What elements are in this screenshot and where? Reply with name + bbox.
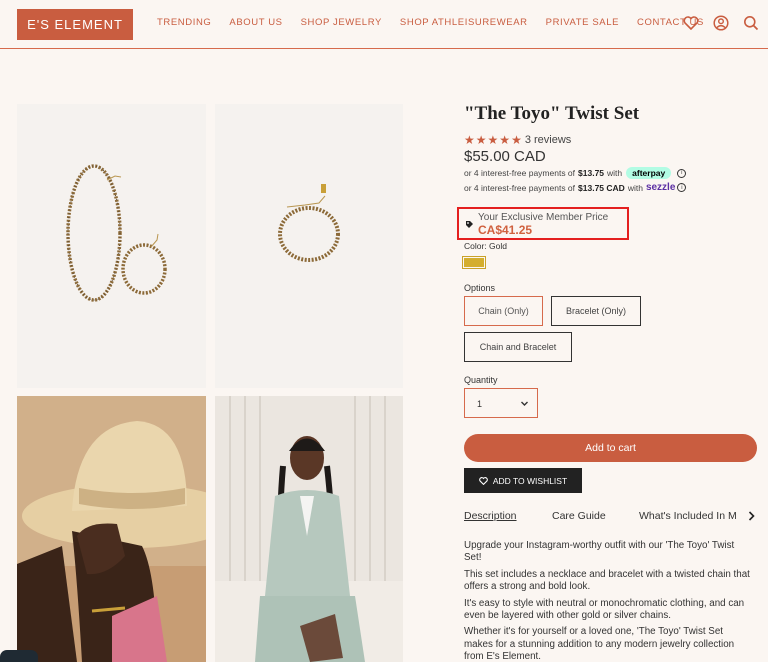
tab-care-guide[interactable]: Care Guide — [552, 510, 606, 522]
chevron-right-icon[interactable] — [747, 510, 756, 522]
star-icon: ★ — [475, 133, 487, 147]
options-label: Options — [464, 283, 496, 293]
product-price: $55.00 CAD — [464, 148, 546, 165]
afterpay-suffix: with — [607, 168, 623, 178]
description-paragraph: Whether it's for yourself or a loved one… — [464, 626, 735, 662]
product-image-set[interactable] — [17, 104, 206, 388]
chevron-down-icon — [521, 401, 528, 406]
quantity-label: Quantity — [464, 375, 498, 385]
afterpay-amount: $13.75 — [578, 168, 605, 178]
nav-private-sale[interactable]: PRIVATE SALE — [546, 17, 619, 28]
member-price-label: Your Exclusive Member Price — [478, 212, 609, 223]
search-icon[interactable] — [742, 14, 760, 32]
quantity-value: 1 — [477, 399, 483, 409]
sezzle-logo[interactable]: sezzle — [646, 182, 675, 193]
nav-about-us[interactable]: ABOUT US — [229, 17, 282, 28]
description-paragraph: Upgrade your Instagram-worthy outfit wit… — [464, 540, 735, 564]
product-image-suit-model[interactable] — [215, 396, 403, 662]
header-icons — [682, 14, 760, 32]
heart-icon[interactable] — [682, 14, 700, 32]
description-paragraph: This set includes a necklace and bracele… — [464, 568, 750, 593]
option-chain-and-bracelet[interactable]: Chain and Bracelet — [464, 332, 572, 362]
product-description: Upgrade your Instagram-worthy outfit wit… — [464, 540, 754, 662]
star-icon: ★ — [511, 133, 522, 147]
nav-trending[interactable]: TRENDING — [157, 17, 211, 28]
reviews-count[interactable]: 3 reviews — [525, 134, 571, 146]
color-label: Color: Gold — [464, 241, 507, 251]
color-swatch-gold[interactable] — [462, 256, 486, 269]
sezzle-line: or 4 interest-free payments of $13.75 CA… — [464, 182, 687, 193]
add-to-wishlist-label: ADD TO WISHLIST — [492, 475, 568, 486]
product-image-bracelet[interactable] — [215, 104, 403, 388]
info-icon[interactable]: i — [677, 183, 687, 192]
sezzle-amount: $13.75 CAD — [578, 182, 625, 193]
main-nav: TRENDING ABOUT US SHOP JEWELRY SHOP ATHL… — [157, 17, 722, 28]
sezzle-suffix: with — [627, 182, 643, 193]
option-bracelet-only[interactable]: Bracelet (Only) — [551, 296, 641, 326]
heart-icon — [479, 476, 488, 485]
chat-widget-button[interactable] — [0, 650, 38, 662]
product-tabs: Description Care Guide What's Included I… — [464, 510, 768, 526]
account-icon[interactable] — [712, 14, 730, 32]
afterpay-logo[interactable]: afterpay — [626, 167, 672, 179]
afterpay-line: or 4 interest-free payments of $13.75 wi… — [464, 167, 687, 179]
description-paragraph: It's easy to style with neutral or monoc… — [464, 597, 745, 622]
afterpay-prefix: or 4 interest-free payments of — [464, 168, 576, 178]
sezzle-prefix: or 4 interest-free payments of — [464, 182, 576, 193]
nav-shop-athleisurewear[interactable]: SHOP ATHLEISUREWEAR — [400, 17, 528, 28]
member-price-box: Your Exclusive Member Price CA$41.25 — [457, 207, 629, 240]
star-icon: ★ — [464, 133, 475, 147]
star-icon: ★ — [499, 133, 511, 147]
option-chain-only[interactable]: Chain (Only) — [464, 296, 543, 326]
product-image-hat-model[interactable] — [17, 396, 206, 662]
add-to-wishlist-button[interactable]: ADD TO WISHLIST — [464, 468, 582, 493]
nav-shop-jewelry[interactable]: SHOP JEWELRY — [301, 17, 382, 28]
add-to-cart-button[interactable]: Add to cart — [464, 434, 757, 462]
tag-icon — [466, 221, 473, 228]
site-logo[interactable]: E'S ELEMENT — [17, 9, 133, 40]
product-title: "The Toyo" Twist Set — [464, 103, 640, 124]
tab-description[interactable]: Description — [464, 510, 517, 522]
site-header: E'S ELEMENT TRENDING ABOUT US SHOP JEWEL… — [0, 0, 768, 49]
quantity-select[interactable]: 1 — [464, 388, 538, 418]
member-price-value: CA$41.25 — [478, 223, 533, 237]
rating[interactable]: ★ ★ ★ ★ ★ 3 reviews — [464, 133, 571, 147]
star-icon: ★ — [487, 133, 499, 147]
info-icon[interactable]: i — [677, 168, 687, 178]
tab-whats-included[interactable]: What's Included In M — [639, 510, 744, 522]
